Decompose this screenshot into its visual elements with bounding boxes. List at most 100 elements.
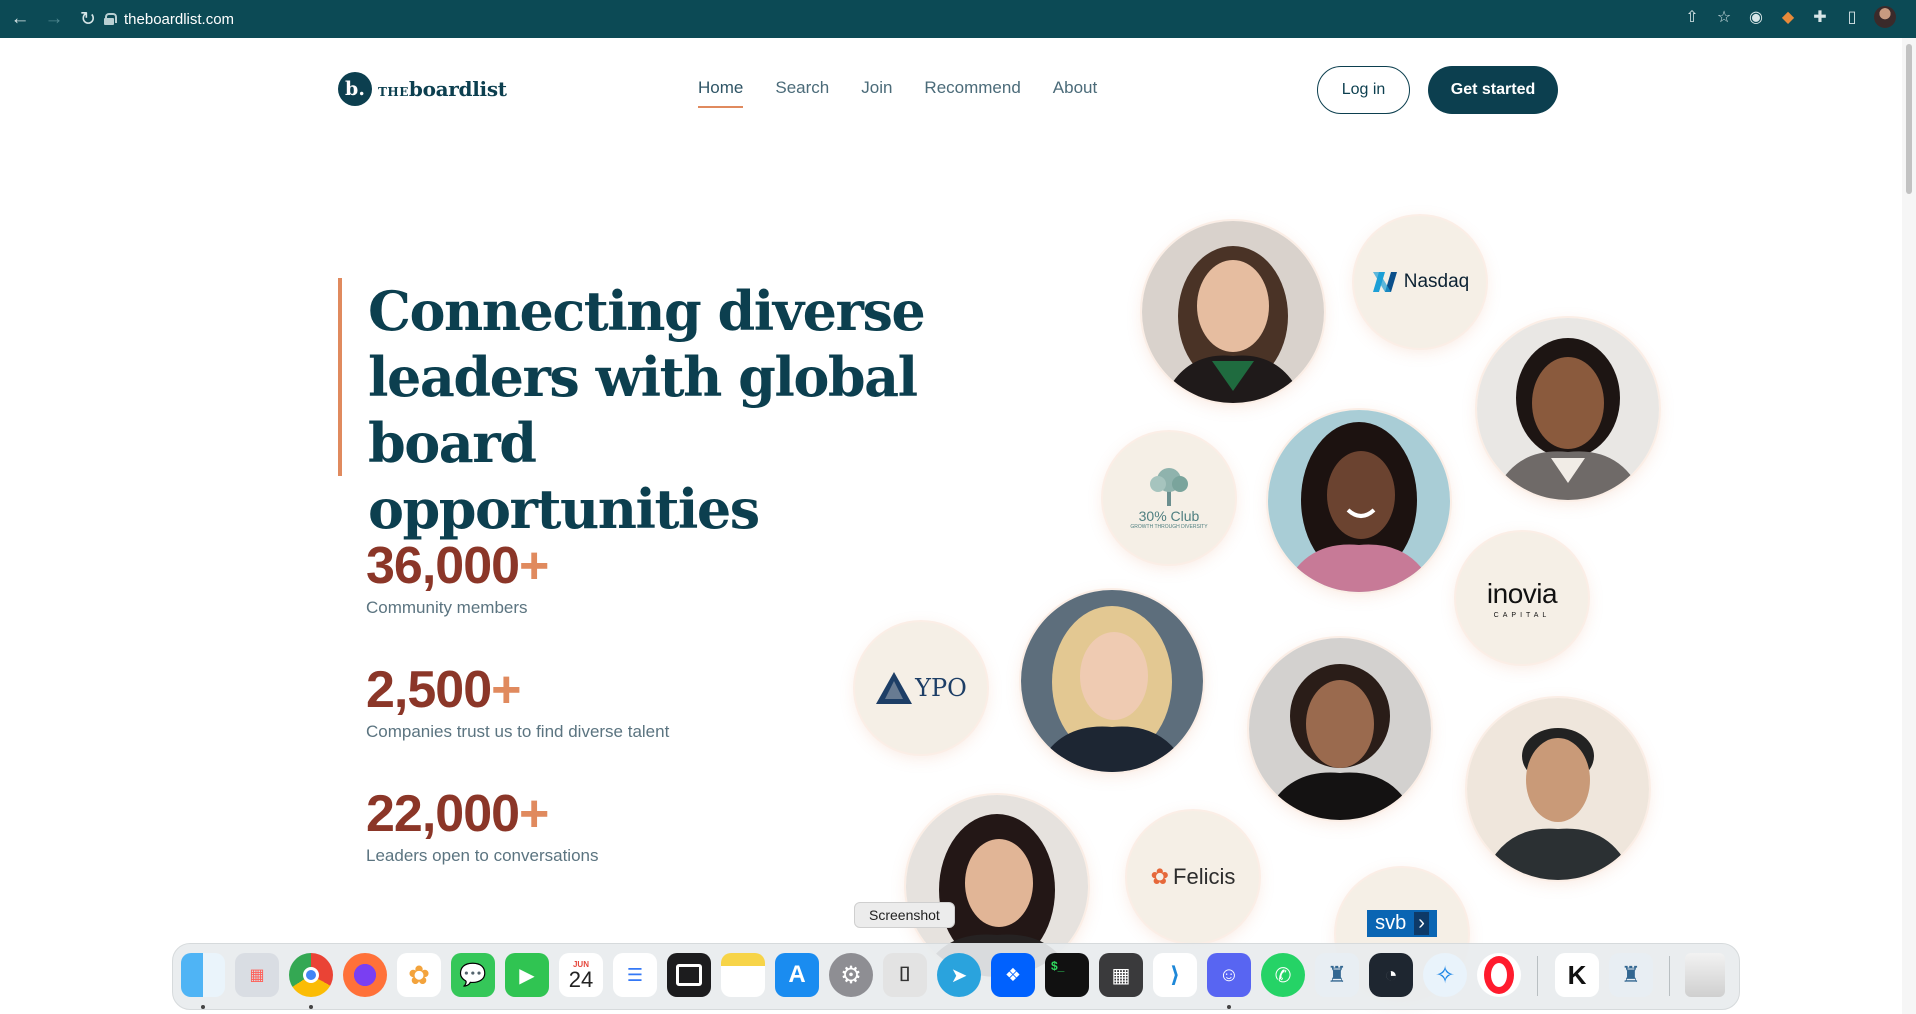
- svb-text: svb: [1375, 912, 1407, 934]
- club-tagline: GROWTH THROUGH DIVERSITY: [1130, 524, 1208, 530]
- trash-icon[interactable]: [1685, 953, 1725, 997]
- running-indicator: [309, 1005, 313, 1009]
- messages-icon[interactable]: 💬: [451, 953, 495, 997]
- club-name: 30% Club: [1138, 508, 1200, 524]
- nasdaq-text: Nasdaq: [1403, 271, 1470, 292]
- stage-manager-icon[interactable]: [667, 953, 711, 997]
- nasdaq-logo-badge: Nasdaq: [1354, 216, 1486, 348]
- inovia-text: inovia: [1486, 577, 1558, 609]
- dock-separator: [1669, 956, 1670, 996]
- reminders-icon[interactable]: ☰: [613, 953, 657, 997]
- svb-chevron-icon: ›: [1414, 912, 1429, 935]
- ypo-badge: YPO: [855, 622, 987, 754]
- portrait-woman-grey-blazer: [1477, 318, 1659, 500]
- activity-gauge-icon[interactable]: ◔: [1369, 953, 1413, 997]
- forward-icon[interactable]: →: [40, 5, 68, 33]
- nav-home[interactable]: Home: [698, 78, 744, 108]
- portrait-image: [1142, 221, 1324, 403]
- portrait-image: [1477, 318, 1659, 500]
- browser-toolbar: ← → ↻ theboardlist.com ⇧ ☆ ◉ ◆ ✚ ▯: [0, 0, 1916, 38]
- launchpad-icon[interactable]: ▦: [235, 953, 279, 997]
- hero-title: Connecting diverse leaders with global b…: [368, 279, 926, 541]
- whatsapp-icon[interactable]: ✆: [1261, 953, 1305, 997]
- felicis-flower-icon: ✿: [1150, 864, 1170, 889]
- share-icon[interactable]: ⇧: [1682, 7, 1702, 27]
- page-scrollbar[interactable]: [1902, 38, 1916, 1014]
- nav-about[interactable]: About: [1053, 78, 1097, 108]
- stat-plus: +: [519, 785, 549, 843]
- ypo-triangle-icon: [876, 672, 913, 704]
- discord-icon[interactable]: ☺: [1207, 953, 1251, 997]
- safari-icon[interactable]: ✧: [1423, 953, 1467, 997]
- calendar-day: 24: [568, 966, 594, 992]
- photos-icon[interactable]: ✿: [397, 953, 441, 997]
- logo-name: boardlist: [408, 77, 507, 101]
- scroll-thumb[interactable]: [1906, 44, 1912, 194]
- extension-circle-icon[interactable]: ◉: [1746, 7, 1766, 27]
- boardlist-logo[interactable]: b. THEboardlist: [338, 72, 507, 106]
- notes-icon[interactable]: [721, 953, 765, 997]
- logo-wordmark: THEboardlist: [378, 77, 507, 101]
- system-settings-icon[interactable]: ⚙: [829, 953, 873, 997]
- logo-mark: b.: [338, 72, 372, 106]
- inovia-capital-badge: inovia CAPITAL: [1456, 532, 1588, 664]
- nav-recommend[interactable]: Recommend: [924, 78, 1020, 108]
- calculator-icon[interactable]: ▦: [1099, 953, 1143, 997]
- bookmark-star-icon[interactable]: ☆: [1714, 7, 1734, 27]
- portrait-woman-dark-hair: [1142, 221, 1324, 403]
- pgadmin-elephant-icon[interactable]: ♜: [1315, 953, 1359, 997]
- macos-dock: ▦ ✿ 💬 ▶ JUN 24 ☰ A ⚙ ⌷ ➤ ❖ $_ ▦ ⟩ ☺ ✆ ♜ …: [172, 943, 1740, 1010]
- opera-icon[interactable]: [1477, 953, 1521, 997]
- stat-leaders: 22,000+ Leaders open to conversations: [366, 786, 599, 866]
- login-button[interactable]: Log in: [1317, 66, 1410, 114]
- profile-avatar[interactable]: [1874, 6, 1896, 28]
- terminal-icon[interactable]: $_: [1045, 953, 1089, 997]
- stat-label: Companies trust us to find diverse talen…: [366, 722, 670, 741]
- calendar-icon[interactable]: JUN 24: [559, 953, 603, 997]
- firefox-icon[interactable]: [343, 953, 387, 997]
- reload-icon[interactable]: ↻: [74, 5, 102, 33]
- portrait-image: [1249, 638, 1431, 820]
- portrait-woman-braids: [1268, 410, 1450, 592]
- portrait-woman-blonde: [1021, 590, 1203, 772]
- finder-icon[interactable]: [181, 953, 225, 997]
- postgres-elephant-icon[interactable]: ♜: [1609, 953, 1653, 997]
- portrait-man-dark-sweater: [1467, 698, 1649, 880]
- svb-logo: svb ›: [1367, 910, 1437, 937]
- stat-plus: +: [491, 661, 521, 719]
- dropbox-icon[interactable]: ❖: [991, 953, 1035, 997]
- stat-community: 36,000+ Community members: [366, 537, 549, 618]
- stat-plus: +: [519, 537, 549, 595]
- get-started-button[interactable]: Get started: [1428, 66, 1558, 114]
- stat-label: Leaders open to conversations: [366, 846, 599, 865]
- telegram-icon[interactable]: ➤: [937, 953, 981, 997]
- logo-the: THE: [378, 85, 409, 99]
- back-icon[interactable]: ←: [6, 5, 34, 33]
- thirty-percent-club-badge: 30% Club GROWTH THROUGH DIVERSITY: [1103, 432, 1235, 564]
- side-panel-icon[interactable]: ▯: [1842, 7, 1862, 27]
- nav-join[interactable]: Join: [861, 78, 892, 108]
- portrait-image: [1268, 410, 1450, 592]
- main-nav: Home Search Join Recommend About: [698, 78, 1097, 108]
- stat-value: 2,500: [366, 661, 492, 719]
- chrome-icon[interactable]: [289, 953, 333, 997]
- facetime-icon[interactable]: ▶: [505, 953, 549, 997]
- portrait-image: [1021, 590, 1203, 772]
- kaspersky-k-icon[interactable]: K: [1555, 953, 1599, 997]
- tree-icon: [1150, 468, 1188, 506]
- screenshot-icon[interactable]: ⌷: [883, 953, 927, 997]
- url-text: theboardlist.com: [124, 10, 235, 28]
- dock-tooltip: Screenshot: [854, 902, 955, 928]
- ypo-text: YPO: [915, 674, 967, 702]
- puzzle-extensions-icon[interactable]: ✚: [1810, 7, 1830, 27]
- nav-search[interactable]: Search: [775, 78, 829, 108]
- felicis-text: Felicis: [1173, 864, 1236, 889]
- address-bar[interactable]: theboardlist.com: [104, 5, 1664, 33]
- app-store-icon[interactable]: A: [775, 953, 819, 997]
- vscode-icon[interactable]: ⟩: [1153, 953, 1197, 997]
- running-indicator: [201, 1005, 205, 1009]
- metamask-fox-icon[interactable]: ◆: [1778, 7, 1798, 27]
- inovia-sub: CAPITAL: [1493, 611, 1551, 619]
- stat-value: 22,000: [366, 785, 520, 843]
- hero-accent-line: [338, 278, 342, 476]
